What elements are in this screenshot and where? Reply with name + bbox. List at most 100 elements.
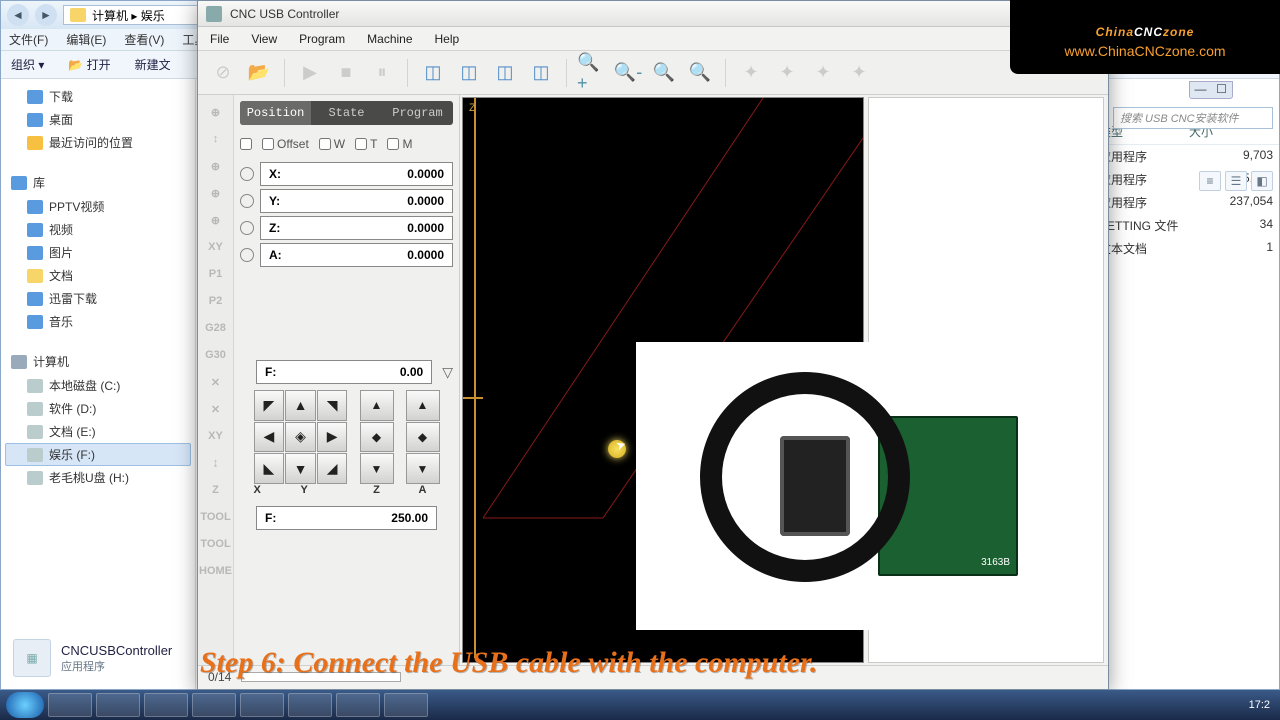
view-side-button[interactable]: ◫ <box>454 58 484 88</box>
sidebar-item[interactable]: 桌面 <box>5 108 191 131</box>
menu-edit[interactable]: 编辑(E) <box>66 31 106 48</box>
t-checkbox[interactable]: T <box>355 137 377 151</box>
taskbar-item[interactable] <box>144 693 188 717</box>
strip-button[interactable]: XY <box>201 234 231 260</box>
axis-radio[interactable] <box>240 248 254 262</box>
strip-button[interactable]: G28 <box>201 315 231 341</box>
jog-n[interactable]: ▲ <box>285 390 316 421</box>
tool-button[interactable]: ✦ <box>808 58 838 88</box>
strip-button[interactable]: ↕ <box>201 126 231 152</box>
jog-se[interactable]: ◢ <box>317 453 348 484</box>
jog-ne[interactable]: ◥ <box>317 390 348 421</box>
play-button[interactable]: ▶ <box>295 58 325 88</box>
strip-button[interactable]: TOOL <box>201 504 231 530</box>
file-row[interactable]: SETTING 文件34 <box>1099 214 1279 237</box>
nav-back-button[interactable]: ◄ <box>7 4 29 26</box>
sidebar-item[interactable]: 软件 (D:) <box>5 397 191 420</box>
feedrate-set[interactable]: F:250.00 <box>256 506 437 530</box>
jog-e[interactable]: ▶ <box>317 422 348 453</box>
m-checkbox[interactable]: M <box>387 137 412 151</box>
jog-sw[interactable]: ◣ <box>254 453 285 484</box>
taskbar-item[interactable] <box>336 693 380 717</box>
zoom-region-button[interactable]: 🔍 <box>685 58 715 88</box>
strip-button[interactable]: ⊕ <box>201 99 231 125</box>
jog-z-up[interactable]: ▲ <box>360 390 394 421</box>
axis-radio[interactable] <box>240 167 254 181</box>
search-input[interactable]: 搜索 USB CNC安装软件 <box>1113 107 1273 129</box>
cnc-titlebar[interactable]: CNC USB Controller <box>198 1 1108 27</box>
tool-button[interactable]: ✦ <box>844 58 874 88</box>
axis-readout[interactable]: X:0.0000 <box>260 162 453 186</box>
tab-position[interactable]: Position <box>240 101 311 125</box>
offset-checkbox[interactable]: Offset <box>262 137 309 151</box>
sidebar-item[interactable]: 视频 <box>5 218 191 241</box>
sidebar-item[interactable]: 图片 <box>5 241 191 264</box>
menu-machine[interactable]: Machine <box>367 32 412 46</box>
taskbar-item[interactable] <box>192 693 236 717</box>
jog-a-up[interactable]: ▲ <box>406 390 440 421</box>
strip-button[interactable]: G30 <box>201 342 231 368</box>
sidebar-item[interactable]: PPTV视频 <box>5 195 191 218</box>
jog-nw[interactable]: ◤ <box>254 390 285 421</box>
newfolder-button[interactable]: 新建文 <box>135 56 171 73</box>
taskbar-item[interactable] <box>288 693 332 717</box>
zoom-out-button[interactable]: 🔍- <box>613 58 643 88</box>
estop-button[interactable]: ⊘ <box>208 58 238 88</box>
minimize-button[interactable]: — <box>1190 82 1211 98</box>
sidebar-item[interactable]: 本地磁盘 (C:) <box>5 374 191 397</box>
menu-view[interactable]: 查看(V) <box>124 31 164 48</box>
sidebar-item[interactable]: 文档 <box>5 264 191 287</box>
jog-a-down[interactable]: ▼ <box>406 453 440 484</box>
file-row[interactable]: 应用程序9,703 <box>1099 145 1279 168</box>
tab-state[interactable]: State <box>311 101 382 125</box>
feed-dropdown-icon[interactable]: ▽ <box>442 364 453 381</box>
nav-forward-button[interactable]: ► <box>35 4 57 26</box>
start-button[interactable] <box>6 692 44 718</box>
strip-button[interactable]: ↨ <box>201 450 231 476</box>
sidebar-item[interactable]: 最近访问的位置 <box>5 131 191 154</box>
sidebar-item[interactable]: 音乐 <box>5 310 191 333</box>
jog-z-mid[interactable]: ◆ <box>360 422 394 453</box>
sidebar-item[interactable]: 下载 <box>5 85 191 108</box>
view-front-button[interactable]: ◫ <box>490 58 520 88</box>
strip-button[interactable]: ✕ <box>201 369 231 395</box>
jog-w[interactable]: ◀ <box>254 422 285 453</box>
jog-a-mid[interactable]: ◆ <box>406 422 440 453</box>
view-details-button[interactable]: ☰ <box>1225 171 1247 191</box>
pause-button[interactable]: ⏸ <box>367 58 397 88</box>
zoom-in-button[interactable]: 🔍+ <box>577 58 607 88</box>
open-file-button[interactable]: 📂 <box>244 58 274 88</box>
axis-readout[interactable]: A:0.0000 <box>260 243 453 267</box>
jog-s[interactable]: ▼ <box>285 453 316 484</box>
strip-button[interactable]: ⊕ <box>201 207 231 233</box>
stop-button[interactable]: ■ <box>331 58 361 88</box>
axis-radio[interactable] <box>240 194 254 208</box>
jog-z-down[interactable]: ▼ <box>360 453 394 484</box>
sidebar-item[interactable]: 娱乐 (F:) <box>5 443 191 466</box>
menu-help[interactable]: Help <box>435 32 460 46</box>
taskbar-item[interactable] <box>48 693 92 717</box>
sidebar-item[interactable]: 文档 (E:) <box>5 420 191 443</box>
strip-button[interactable]: ⊕ <box>201 180 231 206</box>
axis-readout[interactable]: Y:0.0000 <box>260 189 453 213</box>
taskbar-item[interactable] <box>96 693 140 717</box>
sidebar-item[interactable]: 老毛桃U盘 (H:) <box>5 466 191 489</box>
strip-button[interactable]: P2 <box>201 288 231 314</box>
menu-view[interactable]: View <box>251 32 277 46</box>
axis-readout[interactable]: Z:0.0000 <box>260 216 453 240</box>
tool-button[interactable]: ✦ <box>736 58 766 88</box>
view-iso-button[interactable]: ◫ <box>526 58 556 88</box>
menu-program[interactable]: Program <box>299 32 345 46</box>
file-row[interactable]: 应用程序237,054 <box>1099 191 1279 214</box>
clock[interactable]: 17:2 <box>1249 699 1274 711</box>
file-row[interactable]: 文本文档1 <box>1099 237 1279 260</box>
strip-button[interactable]: P1 <box>201 261 231 287</box>
jog-center[interactable]: ◈ <box>285 422 316 453</box>
open-button[interactable]: 📂 打开 <box>68 56 110 73</box>
feedrate-display[interactable]: F:0.00 <box>256 360 432 384</box>
preview-pane-button[interactable]: ◧ <box>1251 171 1273 191</box>
view-list-button[interactable]: ≡ <box>1199 171 1221 191</box>
strip-button[interactable]: ⊕ <box>201 153 231 179</box>
organize-button[interactable]: 组织 ▾ <box>11 56 44 73</box>
taskbar-item[interactable] <box>384 693 428 717</box>
